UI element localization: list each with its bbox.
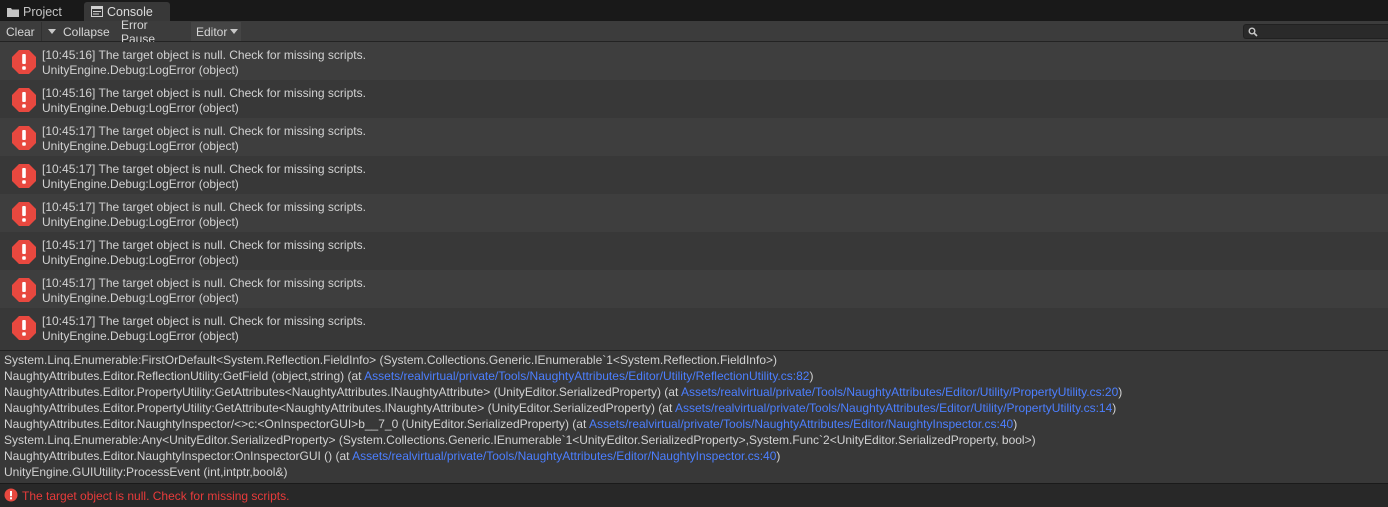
clear-label: Clear [6,24,35,39]
source-file-link[interactable]: Assets/realvirtual/private/Tools/Naughty… [364,369,809,383]
source-file-link[interactable]: Assets/realvirtual/private/Tools/Naughty… [675,401,1112,415]
stack-trace-line: System.Linq.Enumerable:FirstOrDefault<Sy… [0,352,1388,368]
log-entry[interactable]: [10:45:16] The target object is null. Ch… [0,80,1388,118]
error-icon [12,316,36,340]
source-file-link[interactable]: Assets/realvirtual/private/Tools/Naughty… [352,449,776,463]
stack-trace-text: System.Linq.Enumerable:Any<UnityEditor.S… [4,433,1036,447]
source-file-link[interactable]: Assets/realvirtual/private/Tools/Naughty… [681,385,1118,399]
stack-trace-text: System.Linq.Enumerable:FirstOrDefault<Sy… [4,353,777,367]
stack-trace-text: ) [776,449,781,463]
error-icon [12,240,36,264]
search-input[interactable] [1243,24,1388,39]
error-icon [4,488,18,502]
chevron-down-icon [48,29,56,34]
log-source: UnityEngine.Debug:LogError (object) [42,139,239,153]
stack-trace-text: NaughtyAttributes.Editor.PropertyUtility… [4,401,675,415]
log-message: [10:45:17] The target object is null. Ch… [42,238,366,252]
console-toolbar: Clear Collapse Error Pause Editor [0,18,1388,46]
stack-trace-line: System.Linq.Enumerable:Any<UnityEditor.S… [0,432,1388,448]
stack-trace-text: ) [1118,385,1123,399]
log-message: [10:45:17] The target object is null. Ch… [42,314,366,328]
stack-trace-text: NaughtyAttributes.Editor.NaughtyInspecto… [4,417,589,431]
log-entry[interactable]: [10:45:16] The target object is null. Ch… [0,42,1388,80]
clear-button[interactable]: Clear [1,22,41,41]
error-icon [12,202,36,226]
log-entry[interactable]: [10:45:17] The target object is null. Ch… [0,118,1388,156]
collapse-toggle[interactable]: Collapse [58,22,116,41]
log-source: UnityEngine.Debug:LogError (object) [42,291,239,305]
stack-trace-text: ) [1013,417,1018,431]
editor-label: Editor [196,24,228,39]
log-message: [10:45:16] The target object is null. Ch… [42,48,366,62]
stack-trace-line: UnityEngine.GUIUtility:ProcessEvent (int… [0,464,1388,480]
window-tab-bar: Project Console [0,0,1388,21]
console-log-list[interactable]: [10:45:16] The target object is null. Ch… [0,42,1388,350]
log-source: UnityEngine.Debug:LogError (object) [42,63,239,77]
console-icon [91,6,103,17]
status-bar[interactable]: The target object is null. Check for mis… [0,483,1388,507]
error-icon [12,278,36,302]
log-message: [10:45:17] The target object is null. Ch… [42,276,366,290]
folder-icon [7,7,19,17]
chevron-down-icon [230,29,239,34]
source-file-link[interactable]: Assets/realvirtual/private/Tools/Naughty… [589,417,1013,431]
error-icon [12,126,36,150]
log-source: UnityEngine.Debug:LogError (object) [42,253,239,267]
log-entry[interactable]: [10:45:17] The target object is null. Ch… [0,308,1388,346]
stack-trace-text: ) [809,369,814,383]
stack-trace-text: ) [1112,401,1117,415]
log-source: UnityEngine.Debug:LogError (object) [42,101,239,115]
tab-project[interactable]: Project [0,2,80,21]
log-source: UnityEngine.Debug:LogError (object) [42,215,239,229]
clear-options-dropdown[interactable] [41,22,57,41]
log-entry[interactable]: [10:45:17] The target object is null. Ch… [0,270,1388,308]
stack-trace-line: NaughtyAttributes.Editor.NaughtyInspecto… [0,416,1388,432]
error-pause-toggle[interactable]: Error Pause [116,18,190,46]
stack-trace-text: UnityEngine.GUIUtility:ProcessEvent (int… [4,465,288,479]
log-message: [10:45:17] The target object is null. Ch… [42,124,366,138]
editor-dropdown[interactable]: Editor [191,22,241,41]
error-icon [12,50,36,74]
stack-trace-panel: System.Linq.Enumerable:FirstOrDefault<Sy… [0,350,1388,483]
stack-trace-text: NaughtyAttributes.Editor.NaughtyInspecto… [4,449,353,463]
stack-trace-line: NaughtyAttributes.Editor.PropertyUtility… [0,400,1388,416]
log-entry[interactable]: [10:45:17] The target object is null. Ch… [0,156,1388,194]
collapse-label: Collapse [63,24,110,39]
log-message: [10:45:16] The target object is null. Ch… [42,86,366,100]
log-message: [10:45:17] The target object is null. Ch… [42,162,366,176]
tab-project-label: Project [23,4,62,19]
log-source: UnityEngine.Debug:LogError (object) [42,177,239,191]
status-message: The target object is null. Check for mis… [22,489,290,503]
tab-console-label: Console [107,4,153,19]
stack-trace-line: NaughtyAttributes.Editor.NaughtyInspecto… [0,448,1388,464]
log-entry[interactable]: [10:45:17] The target object is null. Ch… [0,232,1388,270]
log-entry[interactable]: [10:45:17] The target object is null. Ch… [0,194,1388,232]
search-icon [1248,27,1258,37]
error-icon [12,88,36,112]
log-message: [10:45:17] The target object is null. Ch… [42,200,366,214]
log-source: UnityEngine.Debug:LogError (object) [42,329,239,343]
stack-trace-line: NaughtyAttributes.Editor.ReflectionUtili… [0,368,1388,384]
stack-trace-text: NaughtyAttributes.Editor.PropertyUtility… [4,385,681,399]
stack-trace-text: NaughtyAttributes.Editor.ReflectionUtili… [4,369,365,383]
error-icon [12,164,36,188]
stack-trace-line: NaughtyAttributes.Editor.PropertyUtility… [0,384,1388,400]
